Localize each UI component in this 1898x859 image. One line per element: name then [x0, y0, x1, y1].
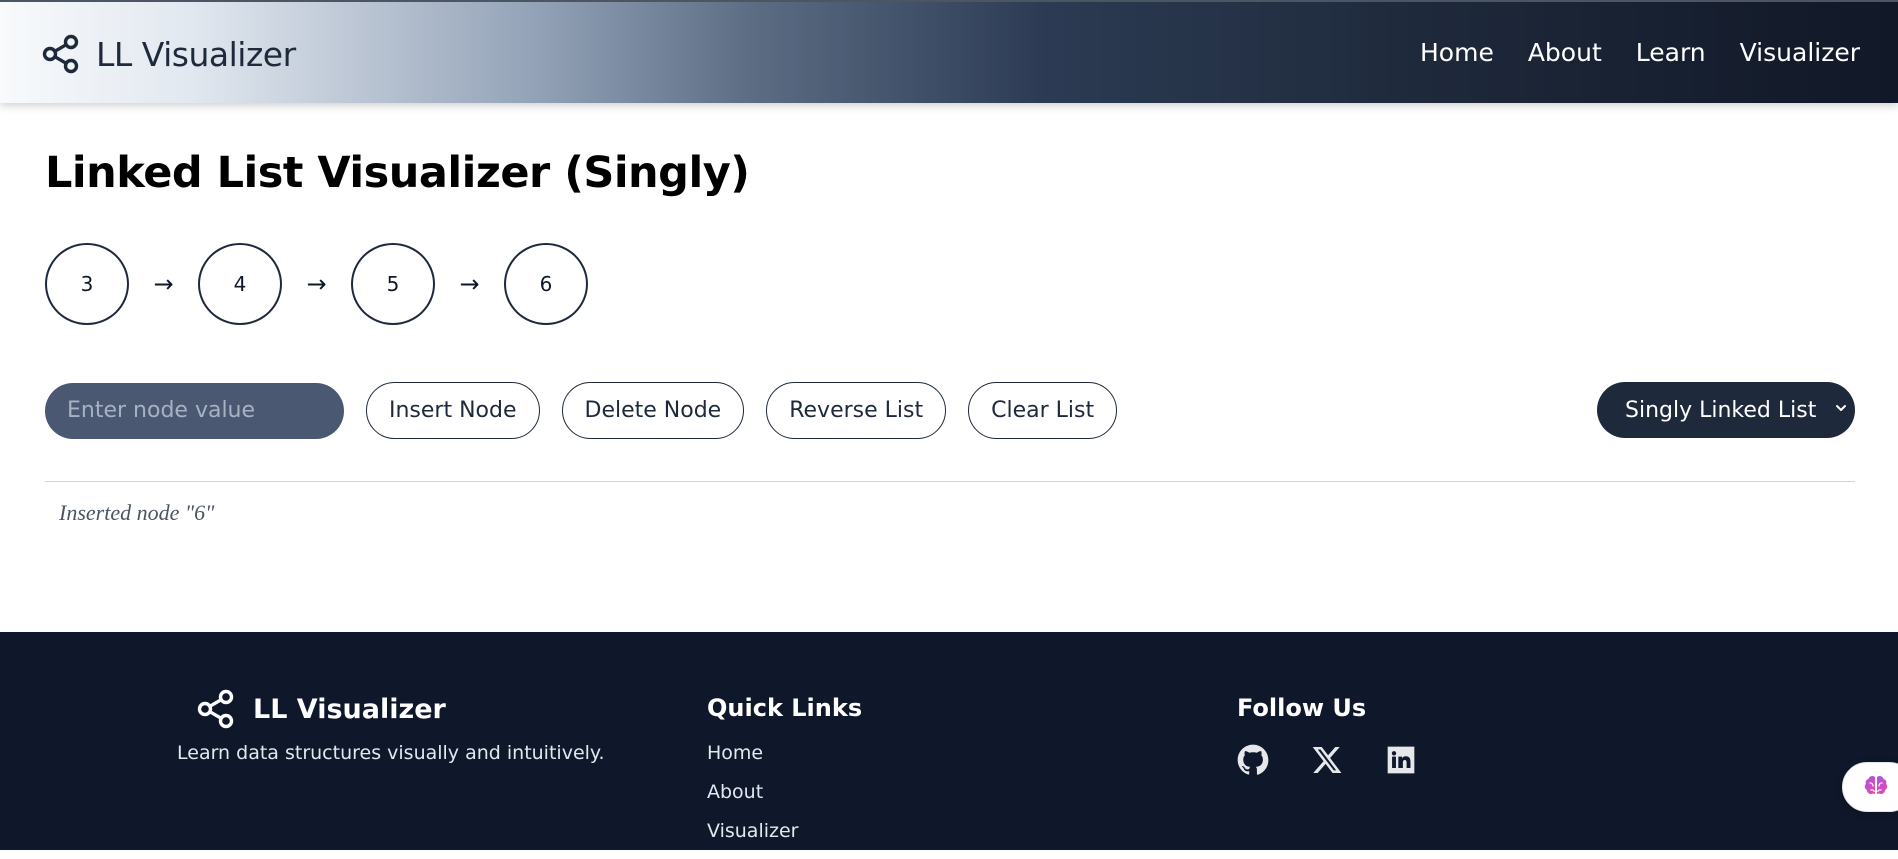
share-nodes-icon	[42, 34, 79, 74]
linkedin-link[interactable]	[1385, 744, 1417, 776]
footer-link-home[interactable]: Home	[707, 742, 798, 781]
main-nav: Home About Learn Visualizer	[1420, 38, 1860, 67]
share-nodes-icon	[197, 689, 234, 729]
social-links	[1237, 744, 1417, 776]
brain-icon	[1864, 775, 1888, 795]
status-message: Inserted node "6"	[59, 500, 215, 525]
delete-node-button[interactable]: Delete Node	[561, 382, 745, 439]
quick-links-list: Home About Visualizer	[707, 742, 798, 859]
list-node: 6	[504, 243, 588, 325]
chevron-down-icon	[1836, 405, 1846, 411]
footer-link-about[interactable]: About	[707, 781, 798, 820]
footer-brand: LL Visualizer	[197, 689, 446, 729]
insert-node-button[interactable]: Insert Node	[366, 382, 540, 439]
nav-learn[interactable]: Learn	[1636, 38, 1706, 67]
x-icon	[1312, 747, 1342, 773]
linked-list-display: 3 → 4 → 5 → 6	[45, 243, 588, 325]
linkedin-icon	[1387, 746, 1415, 774]
list-node: 4	[198, 243, 282, 325]
list-type-select[interactable]: Singly Linked List	[1597, 382, 1855, 438]
node-arrow: →	[459, 270, 480, 298]
follow-us-title: Follow Us	[1237, 694, 1367, 722]
footer-tagline: Learn data structures visually and intui…	[177, 742, 605, 764]
quick-links-title: Quick Links	[707, 694, 863, 722]
brand-name: LL Visualizer	[96, 34, 296, 74]
node-arrow: →	[306, 270, 327, 298]
list-controls: Insert Node Delete Node Reverse List Cle…	[45, 382, 1118, 439]
list-node: 3	[45, 243, 129, 325]
nav-visualizer[interactable]: Visualizer	[1740, 38, 1860, 67]
list-node: 5	[351, 243, 435, 325]
github-icon	[1237, 744, 1269, 775]
x-link[interactable]	[1311, 744, 1343, 776]
github-link[interactable]	[1237, 744, 1269, 776]
site-header: LL Visualizer Home About Learn Visualize…	[0, 0, 1898, 103]
clear-list-button[interactable]: Clear List	[968, 382, 1118, 439]
footer-link-visualizer[interactable]: Visualizer	[707, 820, 798, 859]
node-value-input[interactable]	[45, 382, 344, 439]
reverse-list-button[interactable]: Reverse List	[766, 382, 947, 439]
page-title: Linked List Visualizer (Singly)	[45, 148, 750, 198]
footer-brand-name: LL Visualizer	[253, 693, 446, 725]
divider	[45, 481, 1855, 482]
list-type-selected-value: Singly Linked List	[1625, 397, 1817, 423]
nav-about[interactable]: About	[1528, 38, 1602, 67]
site-footer: LL Visualizer Learn data structures visu…	[0, 632, 1898, 850]
assistant-floating-button[interactable]	[1842, 762, 1898, 812]
nav-home[interactable]: Home	[1420, 38, 1494, 67]
node-arrow: →	[153, 270, 174, 298]
brand-logo-link[interactable]: LL Visualizer	[42, 32, 296, 76]
